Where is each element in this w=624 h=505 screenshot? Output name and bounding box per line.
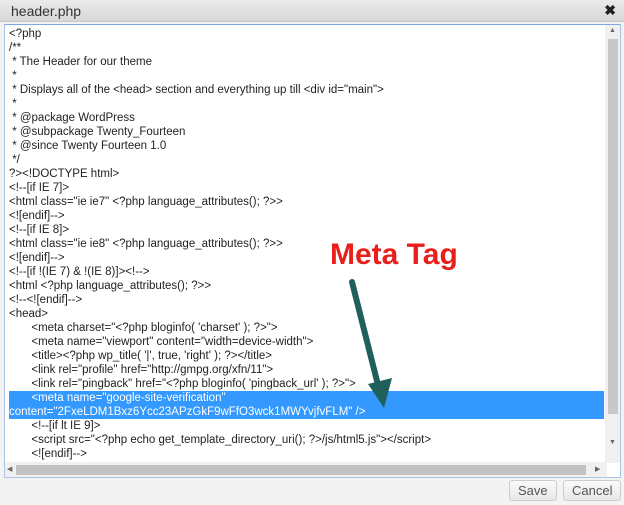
arrow-shaft — [349, 279, 381, 388]
annotation-arrow-icon — [349, 279, 392, 408]
arrow-head — [368, 378, 392, 408]
save-button[interactable]: Save — [509, 480, 557, 501]
cancel-button[interactable]: Cancel — [563, 480, 622, 501]
